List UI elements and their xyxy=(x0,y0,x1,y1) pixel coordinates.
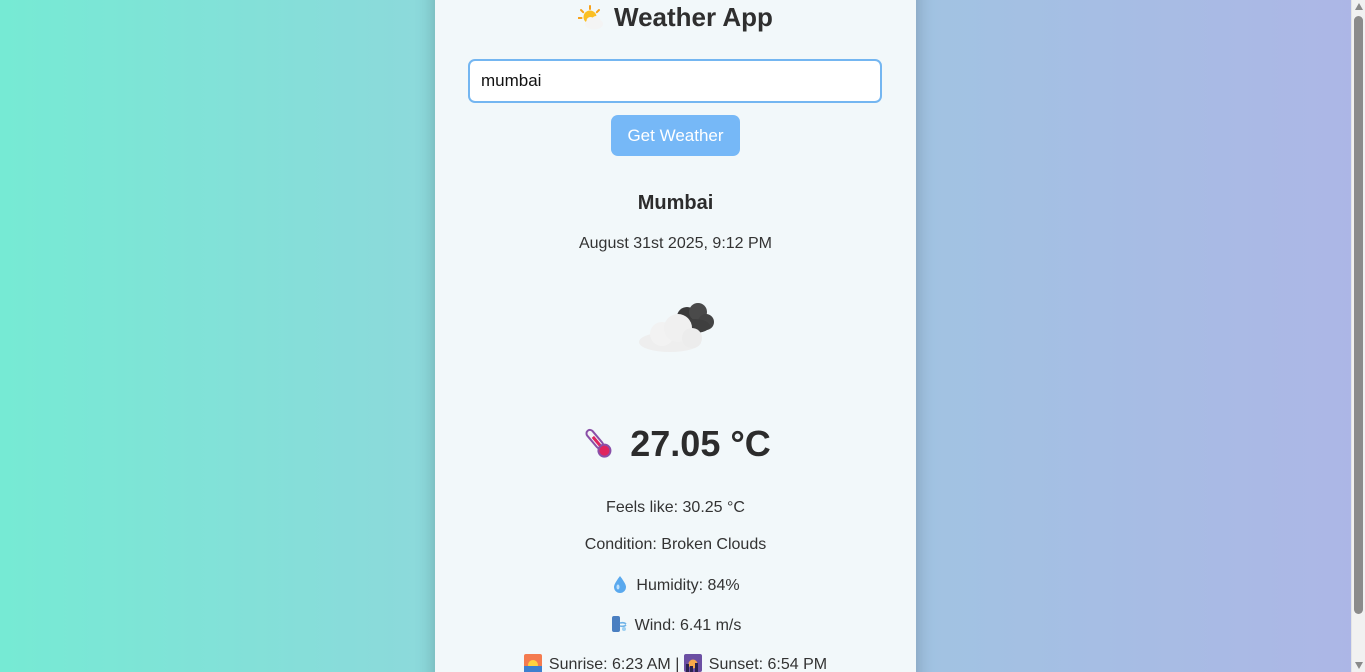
wind-face-icon xyxy=(611,616,627,632)
page-scrollbar[interactable] xyxy=(1351,0,1365,672)
get-weather-button[interactable]: Get Weather xyxy=(611,115,740,156)
scroll-up-icon[interactable] xyxy=(1355,3,1363,10)
weather-card: Weather App Get Weather Mumbai August 31… xyxy=(435,0,916,672)
broken-clouds-night-icon xyxy=(639,303,714,352)
date-time: August 31st 2025, 9:12 PM xyxy=(578,235,772,252)
droplet-icon xyxy=(614,576,627,593)
feels-like: Feels like: 30.25 °C xyxy=(606,499,745,516)
sun-separator: | xyxy=(675,656,680,672)
wind-row: Wind: 6.41 m/s xyxy=(435,615,916,636)
app-title-text: Weather App xyxy=(614,2,773,32)
city-name: Mumbai xyxy=(637,192,714,214)
condition: Condition: Broken Clouds xyxy=(584,536,767,553)
wind-text: Wind: 6.41 m/s xyxy=(634,617,742,634)
temperature: 27.05 °C xyxy=(435,423,916,465)
humidity-text: Humidity: 84% xyxy=(636,577,740,594)
humidity-row: Humidity: 84% xyxy=(435,575,916,596)
sunrise-text: Sunrise: 6:23 AM xyxy=(548,656,671,672)
sunset-text: Sunset: 6:54 PM xyxy=(708,656,828,672)
scroll-down-icon[interactable] xyxy=(1355,662,1363,669)
sunset-icon xyxy=(683,654,702,672)
sun-times-row: Sunrise: 6:23 AM | Sunset: 6:54 PM xyxy=(435,654,916,672)
city-search-input[interactable] xyxy=(468,59,882,103)
thermometer-icon xyxy=(585,428,612,458)
sun-behind-cloud-icon xyxy=(578,5,604,30)
temperature-value: 27.05 °C xyxy=(630,423,771,464)
app-title: Weather App xyxy=(435,0,916,34)
sunrise-icon xyxy=(523,654,542,672)
scrollbar-thumb[interactable] xyxy=(1354,16,1363,614)
